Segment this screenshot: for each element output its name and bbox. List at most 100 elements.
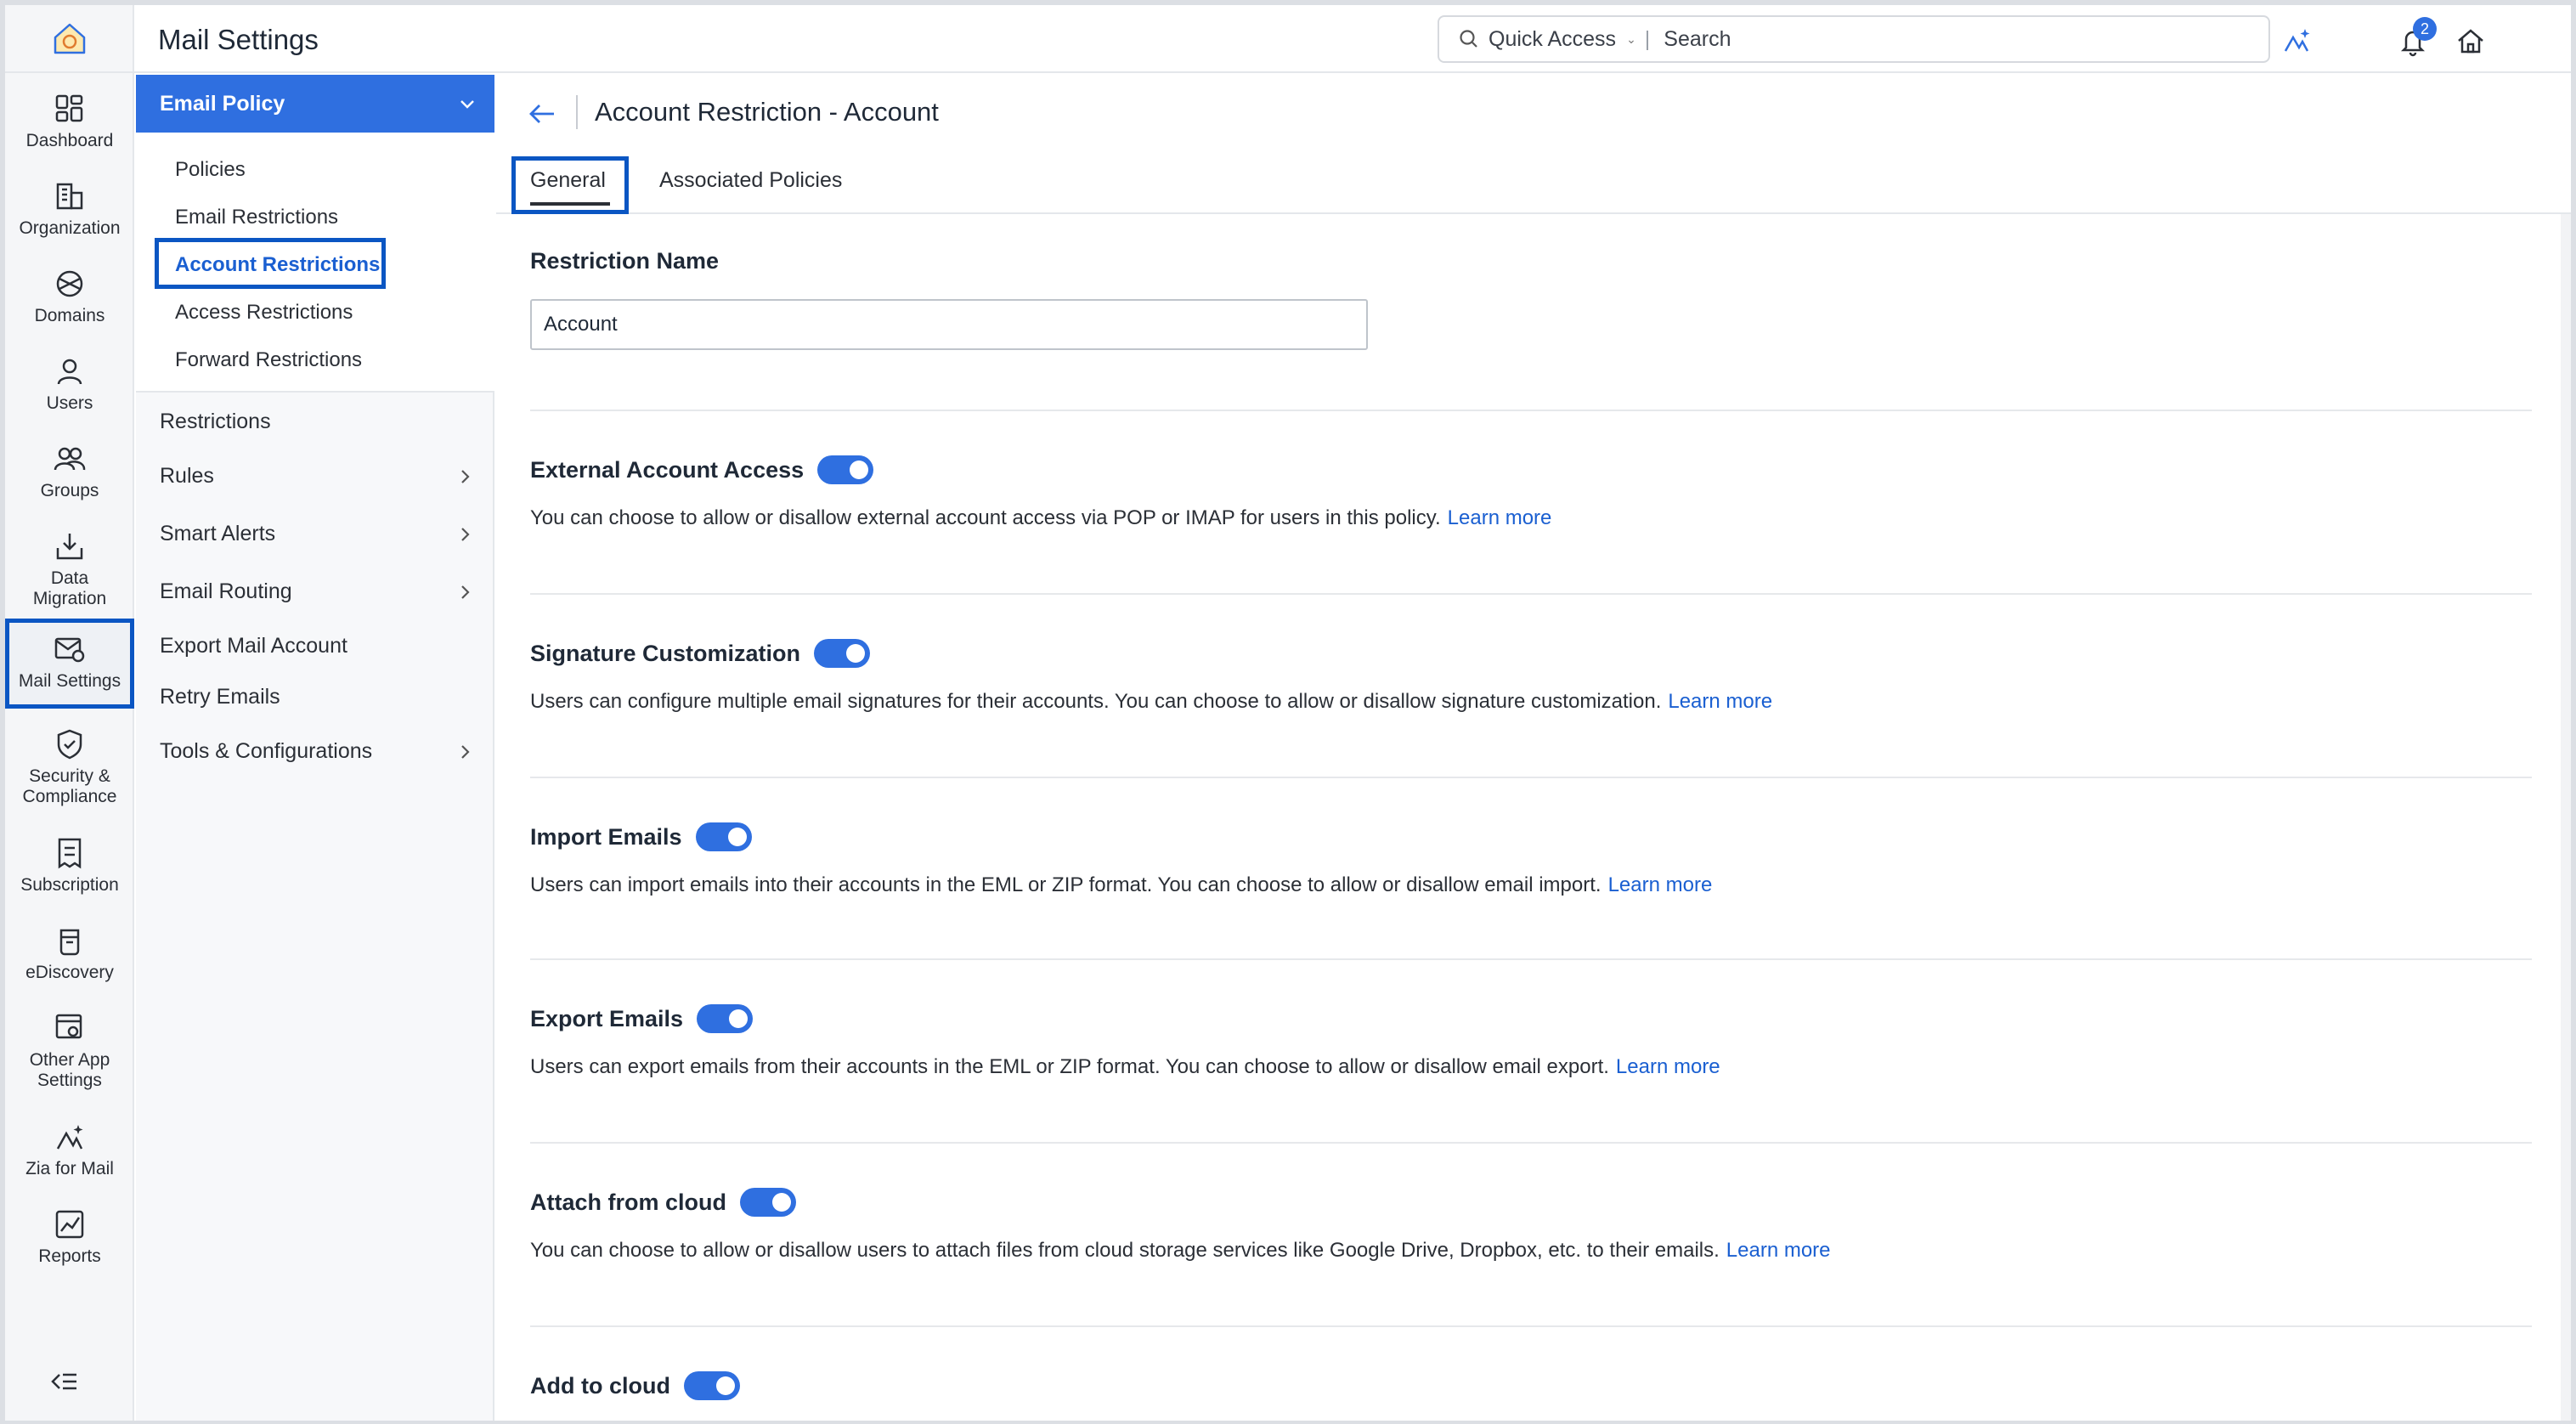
dashboard-icon [55,94,83,122]
section-title-text: Export Emails [530,1005,684,1031]
chevron-down-icon: ⌄ [1626,31,1636,46]
section-title-text: Add to cloud [530,1372,670,1399]
attach-from-cloud-toggle[interactable] [740,1188,797,1217]
settings-subnav: Email Policy Policies Email Restrictions… [136,75,494,1421]
nav-label: Email Routing [160,579,292,603]
nav-label: Smart Alerts [160,522,276,545]
section-description: You can choose to allow or disallow user… [530,1239,1831,1263]
subnav-item-access-restrictions[interactable]: Access Restrictions [175,301,353,325]
receipt-icon [58,838,82,869]
rail-item-groups[interactable]: Groups [5,442,134,501]
section-divider [530,593,2532,595]
export-emails-toggle[interactable] [697,1004,754,1033]
chevron-right-icon [461,527,470,541]
subnav-item-account-restrictions[interactable]: Account Restrictions [175,253,380,277]
subnav-item-retry-emails[interactable]: Retry Emails [160,685,474,709]
archive-icon [59,929,80,956]
section-title-text: External Account Access [530,456,805,483]
email-policy-group-items: Policies Email Restrictions Account Rest… [136,133,494,393]
globe-icon [56,270,83,297]
scrollbar[interactable] [2561,214,2571,1421]
subnav-item-email-routing[interactable]: Email Routing [160,579,474,604]
learn-more-link[interactable]: Learn more [1726,1239,1831,1262]
zia-assistant-icon[interactable] [2280,24,2314,58]
app-title: Mail Settings [158,24,319,55]
subnav-item-email-restrictions[interactable]: Email Restrictions [175,206,338,229]
learn-more-link[interactable]: Learn more [1668,690,1772,713]
home-icon[interactable] [2454,24,2488,58]
learn-more-link[interactable]: Learn more [1608,873,1713,896]
collapse-sidebar-icon[interactable] [48,1365,82,1399]
section-divider [530,777,2532,778]
rail-label: Users [46,393,93,413]
subnav-item-tools-configurations[interactable]: Tools & Configurations [160,739,474,764]
search-bar[interactable]: Quick Access ⌄ | [1438,15,2270,63]
nav-label: Restrictions [160,410,271,433]
download-tray-icon [56,534,83,560]
subnav-item-smart-alerts[interactable]: Smart Alerts [160,522,474,546]
section-external-account-access: External Account Access [530,455,874,484]
subnav-item-policies[interactable]: Policies [175,158,246,182]
rail-label: Groups [40,481,99,500]
icon-rail: Dashboard Organization Domains Users Gro… [5,5,134,1421]
home-logo-icon [54,23,86,54]
description-text: Users can configure multiple email signa… [530,690,1662,713]
rail-item-mail-settings[interactable]: Mail Settings [5,619,134,709]
rail-item-domains[interactable]: Domains [5,267,134,326]
chart-icon [55,1210,84,1239]
subnav-item-restrictions[interactable]: Restrictions [160,410,474,434]
zia-icon [56,1125,83,1150]
description-text: You can choose to allow or disallow exte… [530,506,1441,529]
back-arrow-icon[interactable] [525,97,559,131]
tab-associated-policies[interactable]: Associated Policies [659,168,842,193]
description-text: Users can import emails into their accou… [530,873,1602,896]
active-tab-indicator [530,202,610,206]
section-divider [530,1325,2532,1327]
restriction-name-input[interactable] [530,299,1368,350]
section-import-emails: Import Emails [530,822,752,851]
rail-item-zia[interactable]: Zia for Mail [5,1120,134,1179]
rail-label: Data Migration [32,568,107,608]
quick-access-dropdown[interactable]: Quick Access ⌄ [1439,27,1636,52]
rail-label: eDiscovery [25,963,114,982]
rail-item-subscription[interactable]: Subscription [5,836,134,896]
rail-item-data-migration[interactable]: Data Migration [5,529,134,609]
learn-more-link[interactable]: Learn more [1448,506,1552,529]
rail-item-reports[interactable]: Reports [5,1207,134,1267]
app-logo[interactable] [5,5,134,73]
add-to-cloud-toggle[interactable] [683,1371,740,1400]
chevron-right-icon [461,585,470,599]
shield-icon [57,729,82,760]
subnav-item-export-mail-account[interactable]: Export Mail Account [160,634,474,658]
rail-label: Subscription [20,875,119,895]
rail-item-organization[interactable]: Organization [5,179,134,239]
learn-more-link[interactable]: Learn more [1616,1055,1720,1078]
rail-label: Zia for Mail [25,1159,114,1178]
section-divider [530,1142,2532,1144]
section-export-emails: Export Emails [530,1004,754,1033]
rail-item-other-app-settings[interactable]: Other App Settings [5,1011,134,1091]
chevron-down-icon [460,100,474,109]
email-policy-group-header[interactable]: Email Policy [136,75,494,133]
subnav-item-rules[interactable]: Rules [160,464,474,489]
description-text: You can choose to allow or disallow user… [530,1239,1720,1262]
search-input[interactable] [1662,25,2172,53]
rail-label: Domains [34,306,105,325]
rail-item-dashboard[interactable]: Dashboard [5,92,134,151]
rail-item-security[interactable]: Security & Compliance [5,727,134,807]
nav-label: Tools & Configurations [160,739,373,763]
section-title-text: Attach from cloud [530,1189,727,1215]
external-account-access-toggle[interactable] [817,455,874,484]
description-text: Users can export emails from their accou… [530,1055,1609,1078]
rail-item-users[interactable]: Users [5,354,134,414]
section-description: Users can configure multiple email signa… [530,690,1772,714]
import-emails-toggle[interactable] [695,822,752,851]
rail-label: Other App Settings [29,1050,110,1090]
app-gear-icon [55,1014,82,1039]
section-description: Users can export emails from their accou… [530,1055,1720,1079]
section-description: Users can import emails into their accou… [530,873,1712,897]
rail-item-ediscovery[interactable]: eDiscovery [5,924,134,983]
signature-customization-toggle[interactable] [814,639,871,668]
subnav-item-forward-restrictions[interactable]: Forward Restrictions [175,348,362,372]
quick-access-label: Quick Access [1489,26,1617,51]
